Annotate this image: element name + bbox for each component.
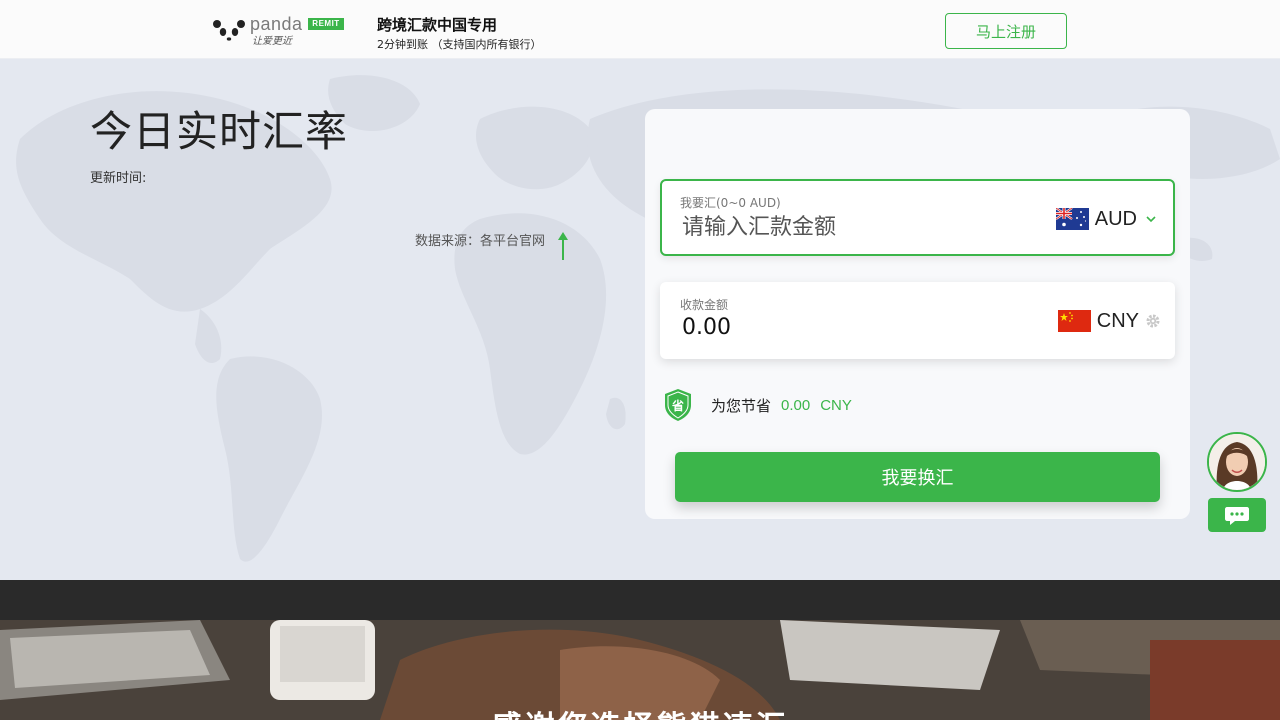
send-amount-input[interactable] <box>682 211 1012 243</box>
page-title: 今日实时汇率 <box>90 107 349 156</box>
arrow-up-icon <box>558 232 568 260</box>
logo-slogan: 让爱更近 <box>252 36 292 47</box>
china-flag-icon <box>1057 310 1091 332</box>
gear-icon[interactable] <box>1145 313 1161 329</box>
thanks-headline: 感谢您选择熊猫速汇 <box>0 702 1280 720</box>
receive-amount-value: 0.00 <box>682 315 731 340</box>
chat-bubble-icon <box>1225 507 1249 525</box>
top-header: panda REMIT 让爱更近 跨境汇款中国专用 2分钟到账 （支持国内所有银… <box>0 0 1280 59</box>
svg-text:省: 省 <box>671 398 684 413</box>
data-source-label: 数据来源：各平台官网 <box>415 234 546 249</box>
send-currency-code: AUD <box>1094 207 1137 230</box>
send-amount-field[interactable]: 我要汇(0~0 AUD) AUD <box>660 179 1175 256</box>
save-shield-icon: 省 <box>665 389 691 421</box>
receive-currency-select[interactable]: CNY <box>1057 307 1161 335</box>
support-agent-avatar-icon <box>1209 434 1265 490</box>
chat-button[interactable] <box>1208 498 1266 532</box>
receive-amount-field: 收款金额 0.00 CNY <box>660 282 1175 359</box>
savings-row: 省 为您节省 0.00 CNY <box>663 387 852 423</box>
logo-badge: REMIT <box>308 18 344 30</box>
send-amount-label: 我要汇(0~0 AUD) <box>680 196 781 210</box>
register-button[interactable]: 马上注册 <box>945 13 1067 49</box>
header-subtitle: 2分钟到账 （支持国内所有银行） <box>377 38 542 51</box>
savings-label: 为您节省 <box>711 396 772 415</box>
receive-currency-code: CNY <box>1096 309 1139 332</box>
section-divider-band <box>0 580 1280 620</box>
panda-logo-icon <box>213 20 245 41</box>
send-currency-select[interactable]: AUD <box>1055 205 1157 233</box>
customer-service-avatar[interactable] <box>1207 432 1267 492</box>
panda-remit-logo[interactable]: panda REMIT 让爱更近 <box>212 14 344 47</box>
header-title: 跨境汇款中国专用 <box>377 16 498 34</box>
thanks-banner: 感谢您选择熊猫速汇 <box>0 620 1280 720</box>
exchange-button[interactable]: 我要换汇 <box>675 452 1160 502</box>
exchange-calculator-card: 我要汇(0~0 AUD) AUD <box>645 109 1190 519</box>
exchange-rate-hero: 今日实时汇率 更新时间: 数据来源：各平台官网 我要汇(0~0 AUD) 请输入… <box>0 59 1280 580</box>
savings-currency: CNY <box>820 396 852 414</box>
update-time-label: 更新时间: <box>90 171 147 186</box>
australia-flag-icon <box>1055 208 1089 230</box>
chevron-down-icon <box>1146 216 1156 223</box>
savings-amount: 0.00 <box>781 396 811 414</box>
receive-amount-label: 收款金额 <box>680 298 729 312</box>
